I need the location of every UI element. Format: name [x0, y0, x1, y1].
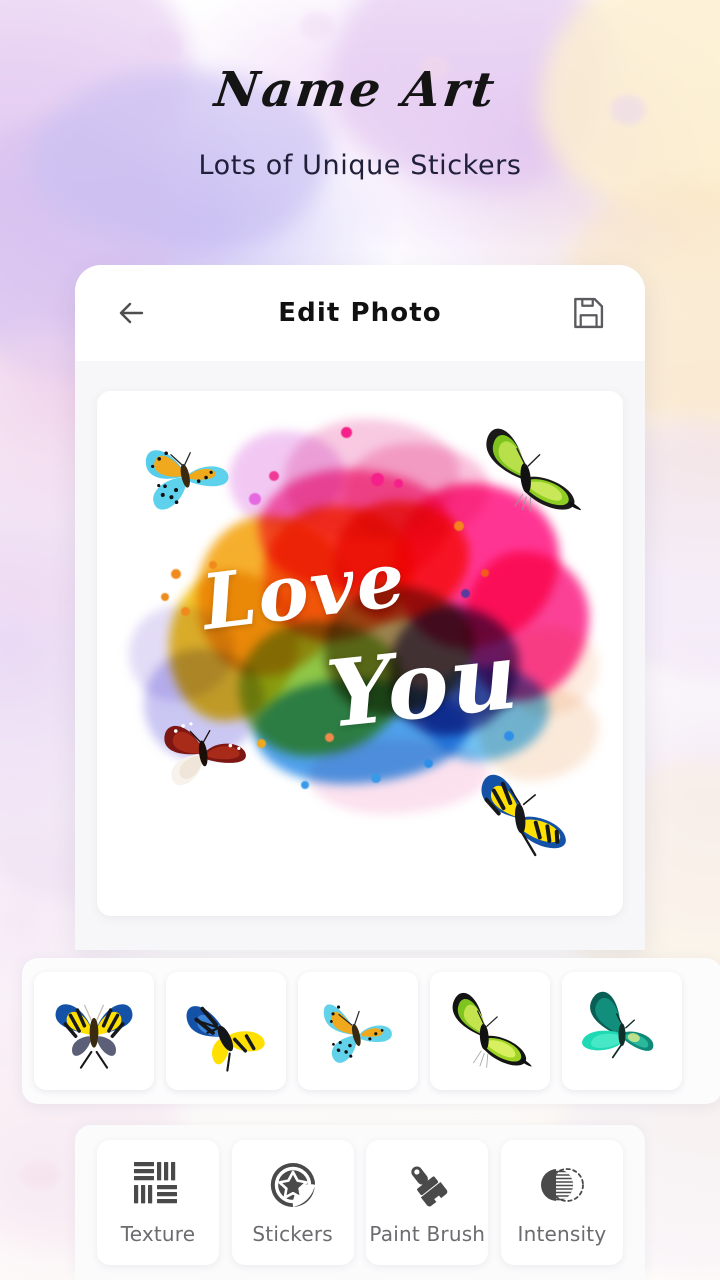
tool-paint-brush[interactable]: Paint Brush	[366, 1140, 489, 1265]
sticker-thumb-3[interactable]	[430, 972, 550, 1090]
teal-butterfly-icon	[582, 991, 654, 1059]
photo-canvas[interactable]: Love You	[97, 391, 623, 916]
header: Name Art Lots of Unique Stickers	[0, 0, 720, 181]
intensity-contrast-icon	[540, 1167, 584, 1202]
green-yellow-butterfly-icon	[452, 993, 532, 1068]
save-button[interactable]	[561, 286, 615, 340]
app-bar-title: Edit Photo	[278, 298, 442, 328]
tool-label-texture: Texture	[120, 1221, 196, 1246]
placed-sticker-green-butterfly[interactable]	[475, 421, 587, 526]
bottom-toolbar: Texture Stickers Paint Brush Intensity	[75, 1125, 645, 1280]
yellow-blue-butterfly-side-icon	[186, 1006, 265, 1072]
sticker-thumb-0[interactable]	[34, 972, 154, 1090]
sticker-star-icon	[270, 1162, 315, 1207]
tool-label-paint-brush: Paint Brush	[369, 1221, 486, 1246]
canvas-shell: Love You	[75, 361, 645, 946]
placed-sticker-cyan-yellow-butterfly[interactable]	[139, 431, 239, 522]
sticker-thumb-4[interactable]	[562, 972, 682, 1090]
tool-stickers[interactable]: Stickers	[231, 1140, 354, 1265]
app-root: Name Art Lots of Unique Stickers Edit Ph…	[0, 0, 720, 1280]
floppy-disk-save-icon	[574, 297, 604, 329]
sticker-thumb-1[interactable]	[166, 972, 286, 1090]
tool-label-stickers: Stickers	[252, 1221, 333, 1246]
placed-sticker-yellow-blue-butterfly[interactable]	[469, 763, 579, 868]
editor-phone-card: Edit Photo Love You	[75, 265, 645, 950]
texture-weave-icon	[134, 1161, 177, 1203]
paint-brush-icon	[411, 1165, 448, 1206]
tool-intensity[interactable]: Intensity	[500, 1140, 623, 1265]
app-bar: Edit Photo	[75, 265, 645, 361]
cyan-yellow-spotted-butterfly-icon	[323, 1004, 392, 1063]
arrow-left-icon	[119, 302, 144, 324]
page-title: Name Art	[211, 62, 501, 118]
placed-sticker-red-butterfly[interactable]	[157, 709, 255, 800]
sticker-strip[interactable]	[22, 958, 720, 1104]
yellow-blue-butterfly-open-icon	[55, 1004, 133, 1069]
tool-label-intensity: Intensity	[517, 1221, 607, 1246]
page-subtitle: Lots of Unique Stickers	[198, 150, 522, 181]
tool-texture[interactable]: Texture	[97, 1140, 219, 1265]
back-button[interactable]	[105, 286, 159, 340]
sticker-thumb-2[interactable]	[298, 972, 418, 1090]
